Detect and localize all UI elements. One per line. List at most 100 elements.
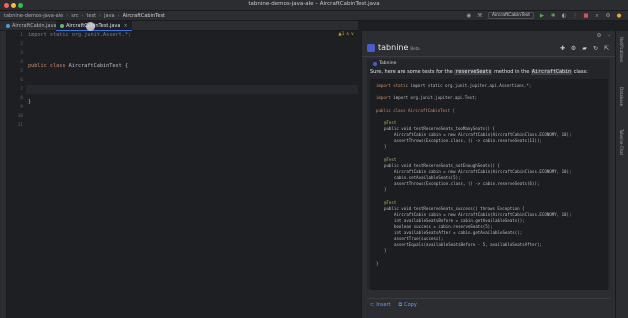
code-class-declaration: public class AircraftCabinTest { — [28, 62, 128, 71]
window-title: tabnine-demos-java-ale – AircraftCabinTe… — [248, 1, 380, 7]
breadcrumb-src[interactable]: src — [71, 13, 78, 19]
tabnine-title: tabnine Beta — [378, 43, 420, 52]
code-line: import static import static org.junit.ju… — [376, 83, 532, 88]
message-intro: Sure, here are some tests for the reserv… — [370, 69, 588, 75]
tabnine-logo-icon — [367, 44, 375, 52]
class-name: AircraftCabinTest { — [68, 63, 128, 69]
line-number: 4 — [20, 60, 23, 65]
panel-settings-icon[interactable]: ⚙ — [596, 33, 602, 39]
tabnine-header: tabnine Beta ✚ ⚙ ▰ ↻ ⇱ — [362, 41, 616, 57]
close-tab-icon[interactable]: × — [123, 23, 127, 29]
breadcrumb-project[interactable]: tabnine-demos-java-ale — [4, 13, 63, 19]
breadcrumb-java[interactable]: java — [104, 13, 114, 19]
external-link-icon[interactable]: ⇱ — [603, 45, 610, 52]
line-number: 11 — [17, 123, 23, 128]
breadcrumb-separator: › — [117, 13, 120, 19]
inline-code-method: reserveSeats — [454, 69, 493, 75]
more-run-icon[interactable]: ⋮ — [572, 13, 578, 19]
inspection-status[interactable]: ▲1 ∧ ∨ — [338, 32, 354, 37]
insert-button[interactable]: ⊂ Insert — [370, 302, 391, 308]
code-actions: ⊂ Insert ⧉ Copy — [370, 302, 417, 308]
code-line: public class AircraftCabinTest { — [376, 108, 455, 113]
navigation-bar: tabnine-demos-java-ale › src › test › ja… — [0, 11, 628, 21]
run-icon[interactable]: ▶ — [539, 13, 545, 19]
breadcrumb-separator: › — [66, 13, 69, 19]
code-line: import import org.junit.jupiter.api.Test… — [376, 95, 478, 100]
title-bar: tabnine-demos-java-ale – AircraftCabinTe… — [0, 0, 628, 11]
history-icon[interactable]: ↻ — [592, 45, 599, 52]
chat-message: Tabnine Sure, here are some tests for th… — [367, 59, 610, 290]
editor-tabs: AircraftCabin.java AircraftCabinTest.jav… — [0, 21, 358, 31]
tool-window-tabnine-chat[interactable]: Tabnine Chat — [619, 129, 624, 155]
java-class-icon — [6, 23, 10, 28]
code-line: assertEquals(availableSeatsBefore - 5, a… — [394, 242, 542, 247]
line-number: 8 — [20, 96, 23, 101]
divider — [367, 298, 610, 299]
panel-header: ⚙ – — [362, 31, 616, 41]
breadcrumb-separator: › — [81, 13, 84, 19]
coverage-icon[interactable]: ◐ — [561, 13, 567, 19]
tool-window-database[interactable]: Database — [619, 87, 624, 106]
generated-code-block[interactable]: import static import static org.junit.ju… — [370, 79, 608, 290]
hammer-icon[interactable]: ⚒ — [477, 13, 483, 19]
brand-name: tabnine — [378, 43, 409, 52]
code-import-line: import static org.junit.Assert.*; — [28, 32, 132, 38]
current-line-highlight — [26, 85, 358, 94]
line-number: 9 — [20, 105, 23, 110]
tab-label: AircraftCabin.java — [12, 23, 57, 29]
breadcrumb: tabnine-demos-java-ale › src › test › ja… — [4, 13, 165, 19]
code-line: } — [384, 144, 387, 149]
settings-icon[interactable]: ⚙ — [605, 13, 611, 19]
ide-window: tabnine-demos-java-ale – AircraftCabinTe… — [0, 0, 628, 318]
copy-label: Copy — [404, 302, 417, 308]
tab-aircraft-cabin[interactable]: AircraftCabin.java — [2, 21, 61, 31]
line-number: 7 — [20, 87, 23, 92]
tabnine-header-actions: ✚ ⚙ ▰ ↻ ⇱ — [559, 45, 610, 52]
line-number: 5 — [20, 69, 23, 74]
left-tool-strip — [0, 31, 7, 318]
copy-icon: ⧉ — [398, 302, 403, 308]
keyword: public class — [28, 63, 66, 69]
line-number-gutter: 1 2 3 4 5 6 7 8 9 10 11 — [7, 31, 26, 318]
insert-label: Insert — [376, 302, 391, 308]
breadcrumb-file[interactable]: AircraftCabinTest — [123, 13, 165, 19]
stop-icon[interactable]: ■ — [583, 13, 589, 19]
avatar-icon[interactable]: ● — [616, 13, 622, 19]
debug-icon[interactable]: ✱ — [550, 13, 556, 19]
line-number: 10 — [17, 114, 23, 119]
line-number: 2 — [20, 42, 23, 47]
sender-name: Tabnine — [379, 61, 397, 66]
gear-icon[interactable]: ⚙ — [570, 45, 577, 52]
user-icon[interactable]: ◉ — [466, 13, 472, 19]
breadcrumb-separator: › — [99, 13, 102, 19]
beta-badge: Beta — [410, 46, 420, 51]
intro-text: Sure, here are some tests for the — [370, 69, 453, 75]
breadcrumb-test[interactable]: test — [87, 13, 97, 19]
run-configuration-select[interactable]: AircraftCabinTest — [487, 12, 534, 19]
code-line: } — [384, 248, 387, 253]
inline-code-class: AircraftCabin — [530, 69, 573, 75]
code-line: } — [376, 261, 379, 266]
new-chat-icon[interactable]: ✚ — [559, 45, 566, 52]
line-number: 3 — [20, 51, 23, 56]
intro-text: class: — [573, 69, 588, 75]
toolbar: ◉ ⚒ AircraftCabinTest ▶ ✱ ◐ ⋮ ■ ⌕ ⚙ ● — [466, 12, 622, 19]
insert-icon: ⊂ — [370, 302, 375, 308]
mouse-cursor-highlight — [86, 22, 95, 31]
right-tool-strip: Notifications Database Tabnine Chat — [615, 31, 628, 318]
code-editor[interactable]: import static org.junit.Assert.*; public… — [26, 31, 358, 318]
search-icon[interactable]: ⌕ — [594, 13, 600, 19]
tabnine-panel: ⚙ – tabnine Beta ✚ ⚙ ▰ ↻ ⇱ Tabnine Sure, … — [361, 31, 616, 318]
panel-minimize-icon[interactable]: – — [606, 33, 612, 39]
code-closing-brace: } — [28, 99, 32, 105]
tool-window-notifications[interactable]: Notifications — [619, 37, 624, 62]
copy-button[interactable]: ⧉ Copy — [399, 302, 417, 308]
message-sender: Tabnine — [373, 61, 396, 66]
code-line: assertThrows(Exception.class, () -> cabi… — [394, 181, 540, 186]
code-line: assertThrows(Exception.class, () -> cabi… — [394, 138, 542, 143]
intro-text: method in the — [494, 69, 530, 75]
comment-icon[interactable]: ▰ — [581, 45, 588, 52]
code-line: } — [384, 187, 387, 192]
tabnine-avatar-icon — [373, 61, 377, 66]
line-number: 1 — [20, 33, 23, 38]
